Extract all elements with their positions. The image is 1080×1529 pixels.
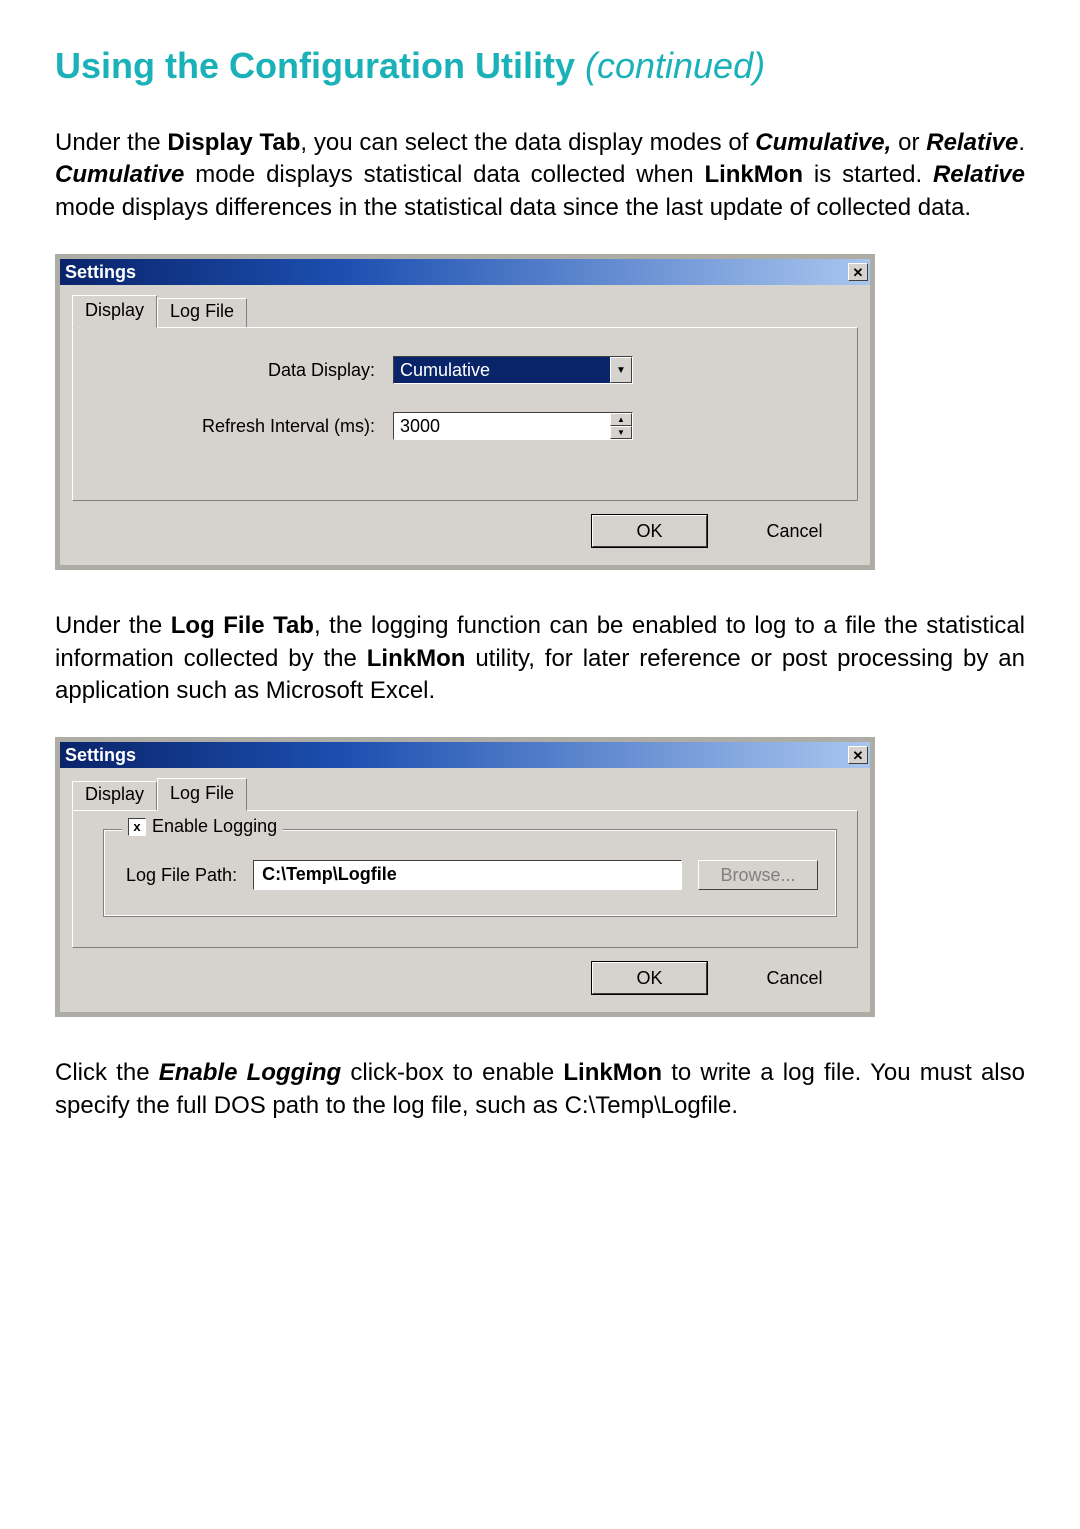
row-data-display: Data Display: Cumulative ▼ — [93, 356, 837, 384]
settings-dialog-logfile: Settings ✕ Display Log File x Enable Log… — [55, 737, 875, 1017]
label-data-display: Data Display: — [93, 360, 393, 381]
tab-panel-display: Data Display: Cumulative ▼ Refresh Inter… — [72, 327, 858, 501]
tab-row: Display Log File — [60, 285, 870, 327]
browse-button[interactable]: Browse... — [698, 860, 818, 890]
dialog-button-row: OK Cancel — [60, 501, 870, 565]
title-main: Using the Configuration Utility — [55, 45, 585, 86]
data-display-value: Cumulative — [394, 357, 610, 383]
titlebar-text: Settings — [65, 745, 136, 766]
tab-panel-logfile: x Enable Logging Log File Path: C:\Temp\… — [72, 810, 858, 948]
paragraph-enable-logging: Click the Enable Logging click-box to en… — [55, 1057, 1025, 1122]
title-continued: (continued) — [585, 45, 765, 86]
cancel-button[interactable]: Cancel — [737, 962, 852, 994]
close-icon[interactable]: ✕ — [848, 746, 868, 764]
refresh-interval-value: 3000 — [394, 413, 610, 439]
settings-dialog-display: Settings ✕ Display Log File Data Display… — [55, 254, 875, 570]
ok-button[interactable]: OK — [592, 515, 707, 547]
tab-row: Display Log File — [60, 768, 870, 810]
spinner-down-icon[interactable]: ▼ — [610, 426, 632, 439]
titlebar: Settings ✕ — [60, 259, 870, 285]
cancel-button[interactable]: Cancel — [737, 515, 852, 547]
log-file-path-input[interactable]: C:\Temp\Logfile — [253, 860, 682, 890]
titlebar-text: Settings — [65, 262, 136, 283]
enable-logging-checkbox[interactable]: x — [128, 818, 146, 836]
titlebar: Settings ✕ — [60, 742, 870, 768]
dialog-button-row: OK Cancel — [60, 948, 870, 1012]
spinner-up-icon[interactable]: ▲ — [610, 413, 632, 426]
ok-button[interactable]: OK — [592, 962, 707, 994]
spinner-buttons: ▲ ▼ — [610, 413, 632, 439]
close-icon[interactable]: ✕ — [848, 263, 868, 281]
refresh-interval-spinner[interactable]: 3000 ▲ ▼ — [393, 412, 633, 440]
page-title: Using the Configuration Utility (continu… — [55, 45, 1025, 87]
data-display-dropdown[interactable]: Cumulative ▼ — [393, 356, 633, 384]
row-refresh-interval: Refresh Interval (ms): 3000 ▲ ▼ — [93, 412, 837, 440]
tab-display[interactable]: Display — [72, 781, 157, 810]
tab-log-file[interactable]: Log File — [157, 298, 247, 327]
paragraph-display-tab: Under the Display Tab, you can select th… — [55, 127, 1025, 224]
log-file-path-row: Log File Path: C:\Temp\Logfile Browse... — [126, 860, 818, 890]
chevron-down-icon[interactable]: ▼ — [610, 357, 632, 383]
group-legend: x Enable Logging — [122, 816, 283, 837]
tab-log-file[interactable]: Log File — [157, 778, 247, 811]
enable-logging-label: Enable Logging — [152, 816, 277, 837]
enable-logging-group: x Enable Logging Log File Path: C:\Temp\… — [103, 829, 837, 917]
log-file-path-label: Log File Path: — [126, 865, 237, 886]
paragraph-log-file-tab: Under the Log File Tab, the logging func… — [55, 610, 1025, 707]
tab-display[interactable]: Display — [72, 295, 157, 328]
label-refresh-interval: Refresh Interval (ms): — [93, 416, 393, 437]
